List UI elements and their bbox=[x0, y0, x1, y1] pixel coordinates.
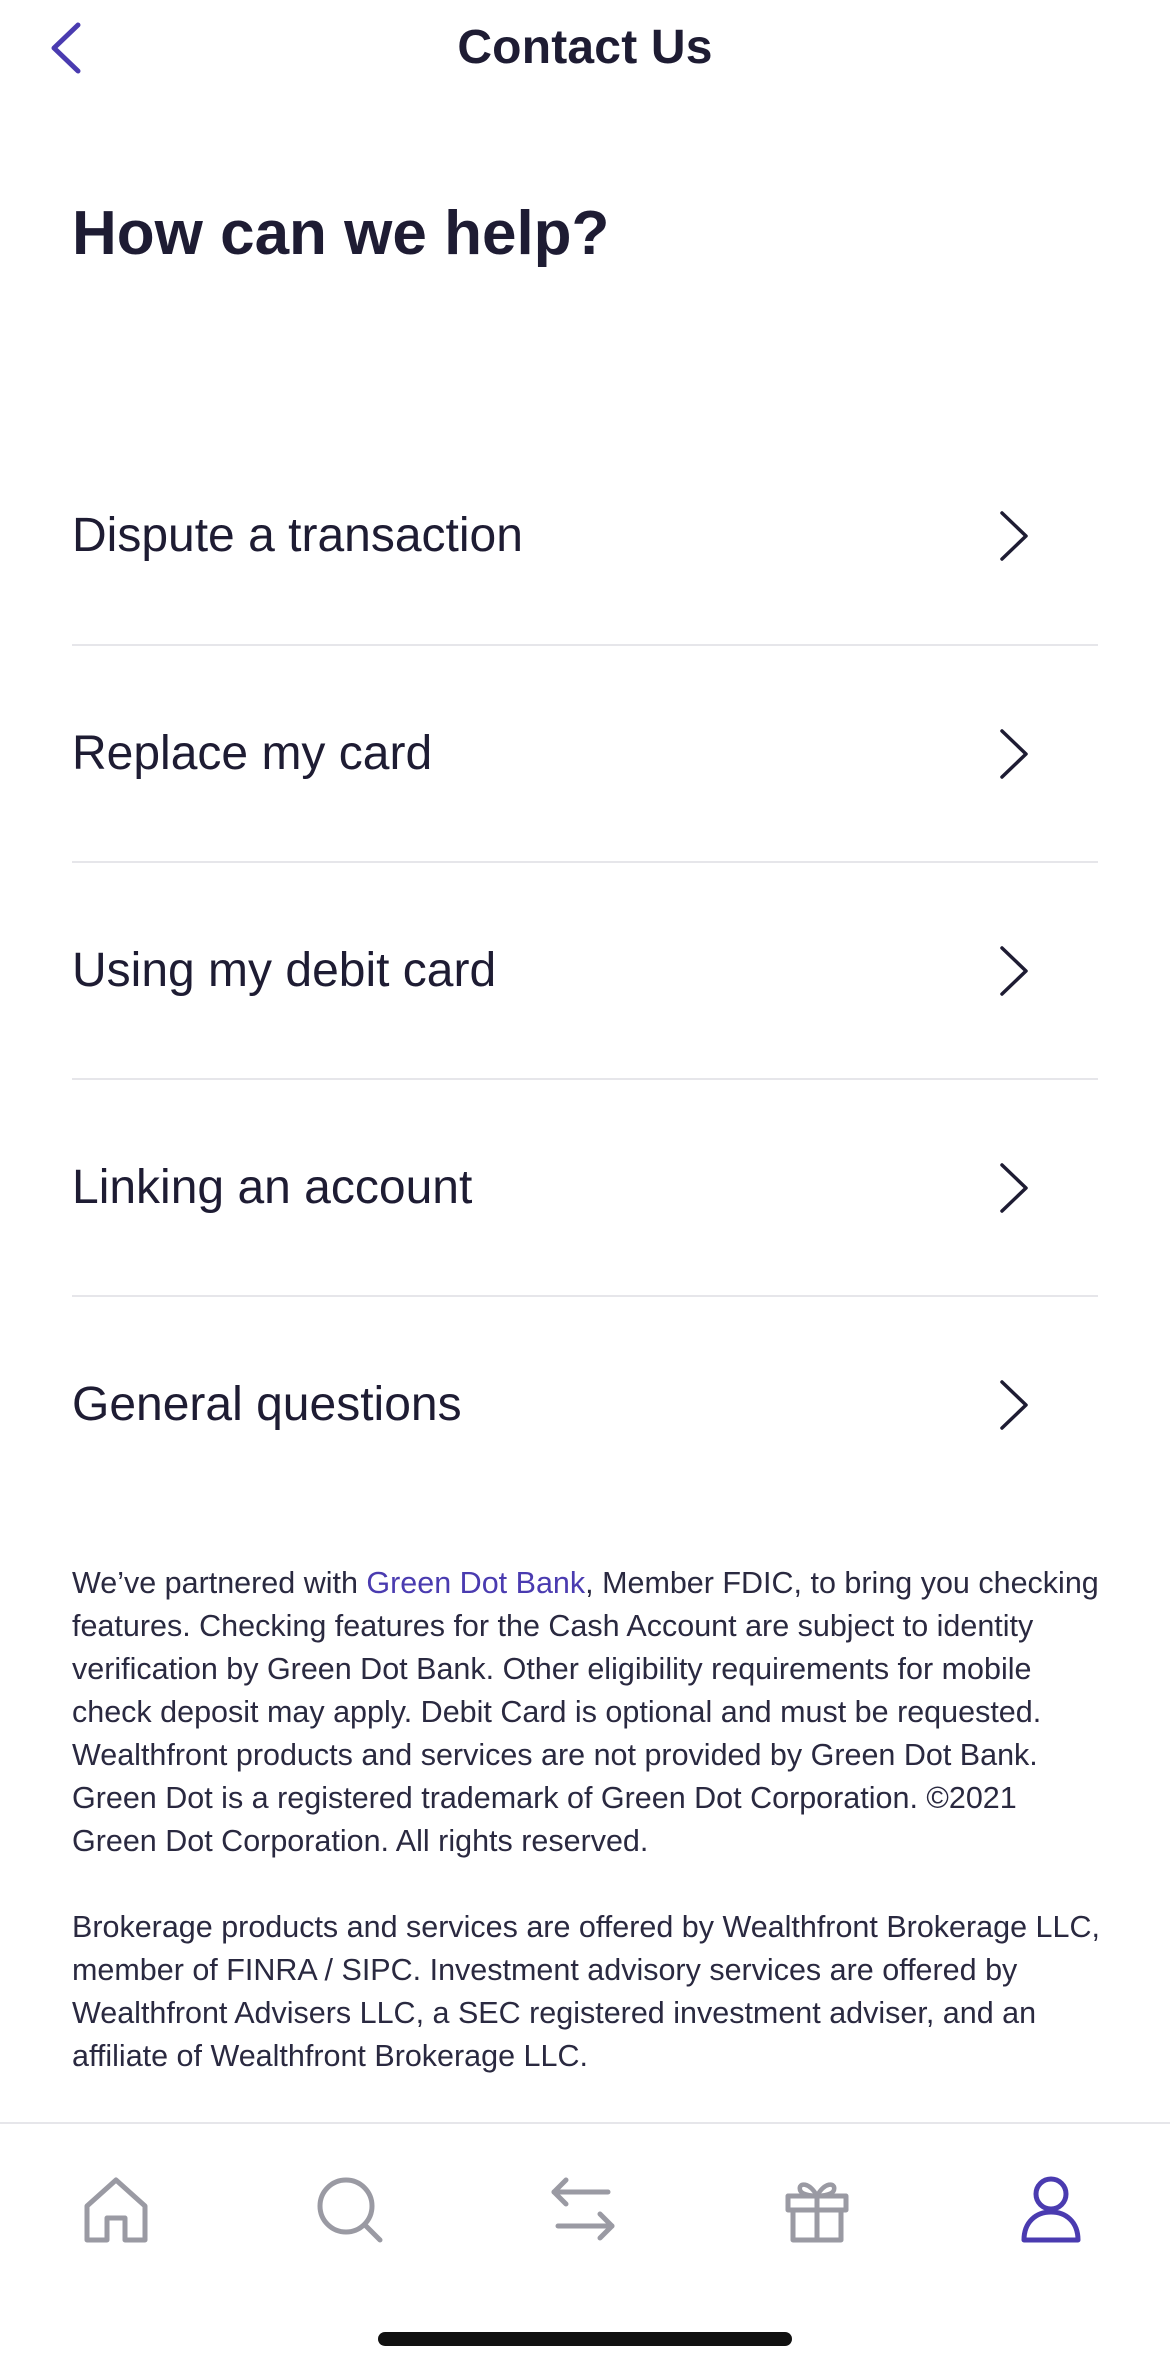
chevron-right-icon bbox=[1000, 1379, 1028, 1430]
disclaimer-paragraph-brokerage: Brokerage products and services are offe… bbox=[72, 1910, 1100, 2073]
tab-search[interactable] bbox=[304, 2164, 394, 2254]
profile-icon bbox=[1021, 2176, 1081, 2243]
nav-bar: Contact Us bbox=[0, 0, 1170, 100]
transfer-arrows-icon bbox=[551, 2177, 615, 2241]
help-item-label: Using my debit card bbox=[72, 944, 497, 997]
home-icon bbox=[84, 2177, 148, 2243]
help-topics-list: Dispute a transaction Replace my card Us… bbox=[72, 427, 1098, 1512]
help-item-replace-card[interactable]: Replace my card bbox=[72, 644, 1098, 861]
home-indicator bbox=[378, 2332, 792, 2346]
gift-icon bbox=[785, 2182, 849, 2243]
chevron-right-icon bbox=[1000, 728, 1028, 779]
disclaimer-paragraph-bank: We’ve partnered with Green Dot Bank, Mem… bbox=[72, 1562, 1102, 1863]
tab-bar bbox=[0, 2122, 1170, 2302]
chevron-right-icon bbox=[1000, 945, 1028, 996]
help-item-using-debit-card[interactable]: Using my debit card bbox=[72, 861, 1098, 1078]
help-item-general-questions[interactable]: General questions bbox=[72, 1295, 1098, 1512]
help-heading: How can we help? bbox=[72, 199, 610, 268]
disclaimer-text: , Member FDIC, to bring you checking fea… bbox=[72, 1566, 1099, 1858]
help-item-label: Linking an account bbox=[72, 1161, 473, 1214]
help-item-dispute-transaction[interactable]: Dispute a transaction bbox=[72, 427, 1098, 644]
tab-home[interactable] bbox=[71, 2164, 161, 2254]
chevron-right-icon bbox=[1000, 510, 1028, 561]
tab-transfer[interactable] bbox=[538, 2164, 628, 2254]
help-item-label: Dispute a transaction bbox=[72, 509, 523, 562]
disclaimer-text: We’ve partnered with bbox=[72, 1566, 367, 1600]
chevron-right-icon bbox=[1000, 1162, 1028, 1213]
tab-rewards[interactable] bbox=[772, 2164, 862, 2254]
tab-profile[interactable] bbox=[1006, 2164, 1096, 2254]
page-title: Contact Us bbox=[457, 21, 713, 74]
help-item-linking-account[interactable]: Linking an account bbox=[72, 1078, 1098, 1295]
green-dot-bank-link[interactable]: Green Dot Bank bbox=[366, 1566, 585, 1600]
search-icon bbox=[317, 2177, 383, 2243]
help-item-label: Replace my card bbox=[72, 727, 433, 780]
help-item-label: General questions bbox=[72, 1378, 462, 1431]
contact-us-screen: Contact Us How can we help? Dispute a tr… bbox=[0, 0, 1170, 2374]
legal-disclaimer: We’ve partnered with Green Dot Bank, Mem… bbox=[72, 1562, 1102, 2078]
